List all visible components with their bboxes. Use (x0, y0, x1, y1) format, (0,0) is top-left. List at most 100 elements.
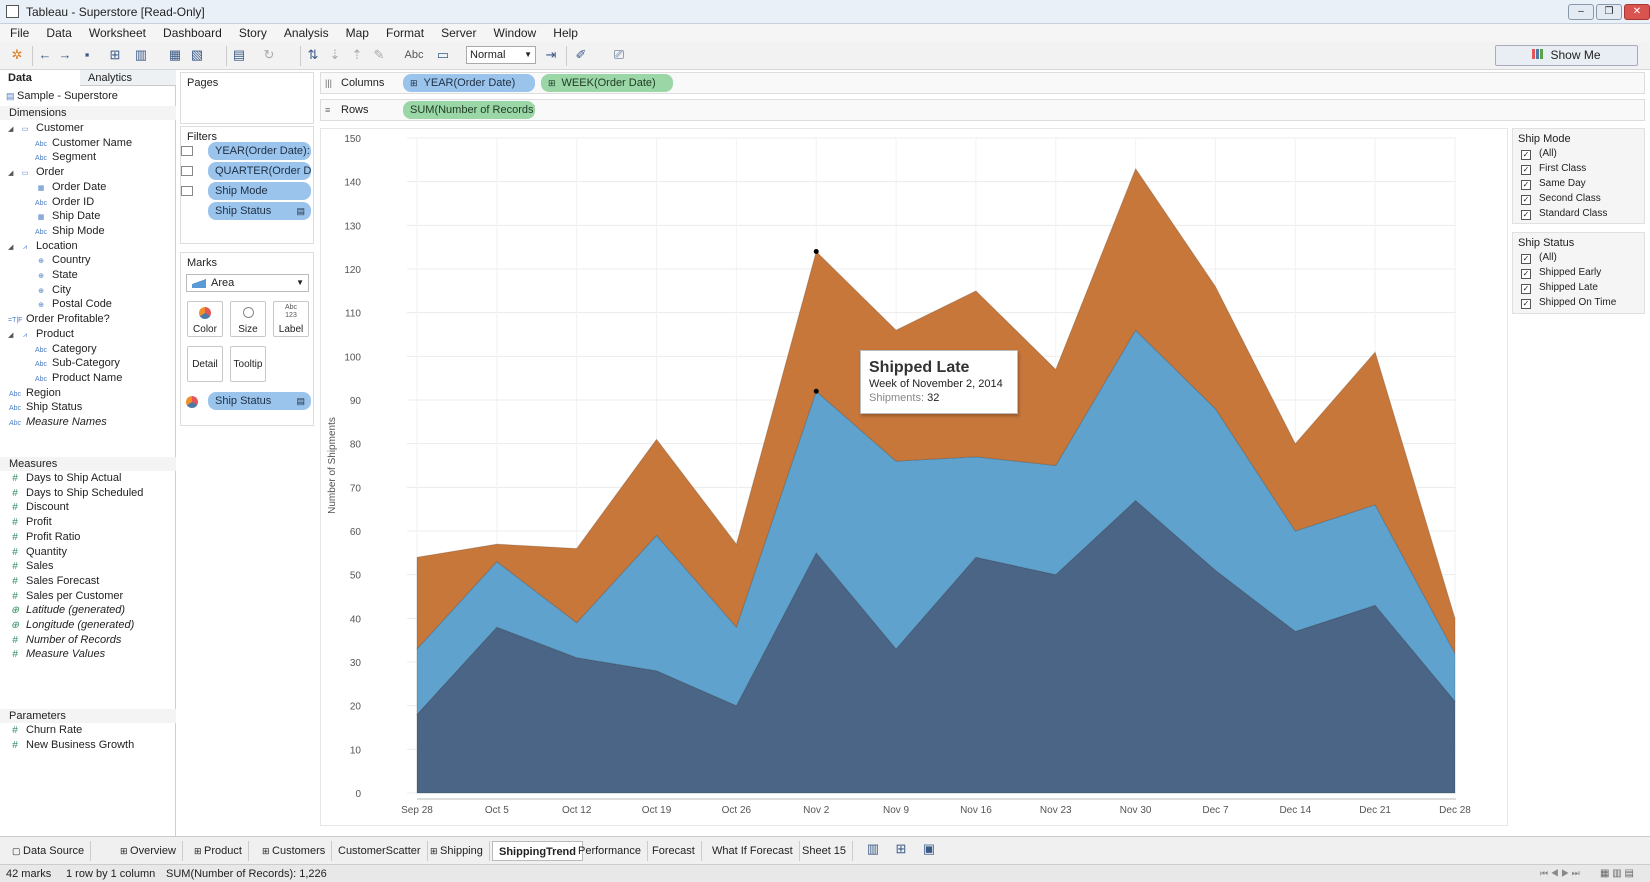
view-toggle-icons[interactable]: ▦ ▥ ▤ (1600, 868, 1634, 879)
redo-icon[interactable]: → (58, 48, 72, 62)
new-datasource-icon[interactable]: ⊞ (108, 48, 122, 62)
tab-overview[interactable]: ⊞ Overview (114, 841, 183, 861)
new-dashboard-icon[interactable]: ⊞ (894, 842, 908, 856)
ship-mode-option[interactable]: ✓ Second Class (1521, 193, 1601, 205)
dimension-field[interactable]: ⊕ Postal Code (34, 298, 112, 310)
dimension-field[interactable]: ⊕ Country (34, 254, 90, 266)
tab-shipping[interactable]: ⊞ Shipping (424, 841, 490, 861)
refresh-icon[interactable]: ↻ (262, 48, 276, 62)
menu-server[interactable]: Server (441, 24, 476, 42)
save-icon[interactable]: ▪ (80, 48, 94, 62)
tab-customers[interactable]: ⊞ Customers (256, 841, 333, 861)
fit-dropdown[interactable]: Normal ▼ (466, 46, 536, 64)
dimension-field[interactable]: Abc Measure Names (8, 416, 107, 428)
dimension-field[interactable]: ⊕ State (34, 269, 78, 281)
presentation-mode-icon[interactable]: ⎚ (612, 48, 626, 62)
menu-format[interactable]: Format (386, 24, 424, 42)
dimension-field[interactable]: ▦ Ship Date (34, 210, 101, 222)
dimension-field[interactable]: Abc Category (34, 343, 97, 355)
dimension-field[interactable]: Abc Segment (34, 151, 96, 163)
ship-mode-option[interactable]: ✓ (All) (1521, 148, 1557, 160)
measure-field[interactable]: # Days to Ship Actual (8, 472, 121, 484)
selected-mark-point[interactable] (813, 249, 819, 255)
pages-shelf[interactable]: Pages (180, 72, 314, 124)
measure-field[interactable]: # Measure Values (8, 648, 105, 660)
measure-field[interactable]: # Sales per Customer (8, 590, 123, 602)
rows-pill-sum-records[interactable]: SUM(Number of Records) (403, 101, 535, 119)
tab-data[interactable]: Data (0, 70, 80, 86)
measure-field[interactable]: # Sales (8, 560, 53, 572)
measure-field[interactable]: # Days to Ship Scheduled (8, 487, 143, 499)
dimension-field[interactable]: Abc Order ID (34, 196, 94, 208)
columns-pill-year[interactable]: ⊞ YEAR(Order Date) (403, 74, 535, 92)
collapse-triangle-icon[interactable]: ◢ (8, 169, 18, 177)
dimension-field[interactable]: ◢ ⩘ Location (8, 240, 78, 252)
sort-ascending-icon[interactable]: ⇣ (328, 48, 342, 62)
fit-icon[interactable]: ▭ (436, 48, 450, 62)
ship-mode-option[interactable]: ✓ Standard Class (1521, 208, 1607, 220)
ship-status-option[interactable]: ✓ Shipped On Time (1521, 297, 1616, 309)
fix-axes-icon[interactable]: ⇥ (544, 48, 558, 62)
view-area[interactable]: 0 10 20 30 40 50 60 70 80 90 100 110 120 130 140 150 Sep… (320, 128, 1508, 826)
menu-file[interactable]: File (10, 24, 29, 42)
new-worksheet-icon[interactable]: ▥ (134, 48, 148, 62)
filter-pill-ship-mode[interactable]: Ship Mode (208, 182, 311, 200)
dimension-field[interactable]: ▦ Order Date (34, 181, 107, 193)
collapse-triangle-icon[interactable]: ◢ (8, 331, 18, 339)
menu-worksheet[interactable]: Worksheet (89, 24, 146, 42)
datasource-item[interactable]: ▤ Sample - Superstore (6, 90, 118, 102)
filter-pill-ship-status[interactable]: Ship Status ▤ (208, 202, 311, 220)
tab-data-source[interactable]: ▢ Data Source (4, 841, 92, 861)
measure-field[interactable]: ⊕ Longitude (generated) (8, 619, 134, 631)
filter-pill-year[interactable]: YEAR(Order Date): .. (208, 142, 311, 160)
tooltip-button[interactable]: Tooltip (230, 346, 266, 382)
menu-analysis[interactable]: Analysis (284, 24, 329, 42)
selected-mark-point[interactable] (813, 388, 819, 394)
ship-mode-option[interactable]: ✓ First Class (1521, 163, 1586, 175)
dimension-field[interactable]: Abc Region (8, 387, 61, 399)
tab-what-if-forecast[interactable]: What If Forecast (706, 841, 800, 861)
label-button[interactable]: Abc 123 Label (273, 301, 309, 337)
ship-status-option[interactable]: ✓ Shipped Late (1521, 282, 1598, 294)
color-button[interactable]: Color (187, 301, 223, 337)
mark-type-dropdown[interactable]: Area ▼ (186, 274, 309, 292)
measure-field[interactable]: # Sales Forecast (8, 575, 99, 587)
tab-sheet-15[interactable]: Sheet 15 (796, 841, 854, 861)
dimension-field[interactable]: Abc Customer Name (34, 137, 132, 149)
tableau-logo-icon[interactable]: ✲ (10, 48, 24, 62)
menu-help[interactable]: Help (553, 24, 578, 42)
dimension-field[interactable]: =T|F Order Profitable? (8, 313, 110, 325)
menu-map[interactable]: Map (346, 24, 369, 42)
highlight-icon[interactable]: ✎ (372, 48, 386, 62)
tab-performance[interactable]: Performance (572, 841, 648, 861)
area-chart[interactable]: 0 10 20 30 40 50 60 70 80 90 100 110 120 130 140 150 Sep… (321, 129, 1509, 827)
dimension-field[interactable]: ◢ ▭ Order (8, 166, 64, 178)
new-worksheet-icon[interactable]: ▥ (866, 842, 880, 856)
show-me-button[interactable]: Show Me (1495, 45, 1638, 66)
rows-shelf[interactable]: ≡ Rows SUM(Number of Records) (320, 99, 1645, 121)
dimension-field[interactable]: Abc Ship Status (8, 401, 82, 413)
dimension-field[interactable]: ⊕ City (34, 284, 71, 296)
dimension-field[interactable]: Abc Product Name (34, 372, 122, 384)
parameter-field[interactable]: # Churn Rate (8, 724, 82, 736)
dimension-field[interactable]: Abc Ship Mode (34, 225, 105, 237)
tab-shippingtrend[interactable]: ShippingTrend (492, 841, 583, 861)
close-icon[interactable]: ✕ (1624, 4, 1650, 20)
swap-rows-columns-icon[interactable]: ⇅ (306, 48, 320, 62)
dimension-field[interactable]: ◢ ▭ Customer (8, 122, 84, 134)
ship-mode-option[interactable]: ✓ Same Day (1521, 178, 1586, 190)
measure-field[interactable]: # Profit (8, 516, 51, 528)
tab-product[interactable]: ⊞ Product (188, 841, 249, 861)
columns-pill-week[interactable]: ⊞ WEEK(Order Date) (541, 74, 673, 92)
marks-color-pill[interactable]: Ship Status ▤ (208, 392, 311, 410)
measure-field[interactable]: # Quantity (8, 546, 67, 558)
duplicate-sheet-icon[interactable]: ▦ (168, 48, 182, 62)
ship-status-option[interactable]: ✓ Shipped Early (1521, 267, 1601, 279)
sheet-nav-icons[interactable]: ⏮ ◀ ▶ ⏭ (1540, 868, 1580, 879)
measure-field[interactable]: # Number of Records (8, 634, 121, 646)
measure-field[interactable]: ⊕ Latitude (generated) (8, 604, 125, 616)
measure-field[interactable]: # Discount (8, 501, 69, 513)
highlighter-icon[interactable]: ✐ (574, 48, 588, 62)
measure-field[interactable]: # Profit Ratio (8, 531, 80, 543)
columns-shelf[interactable]: ||| Columns ⊞ YEAR(Order Date) ⊞ WEEK(Orde… (320, 72, 1645, 94)
